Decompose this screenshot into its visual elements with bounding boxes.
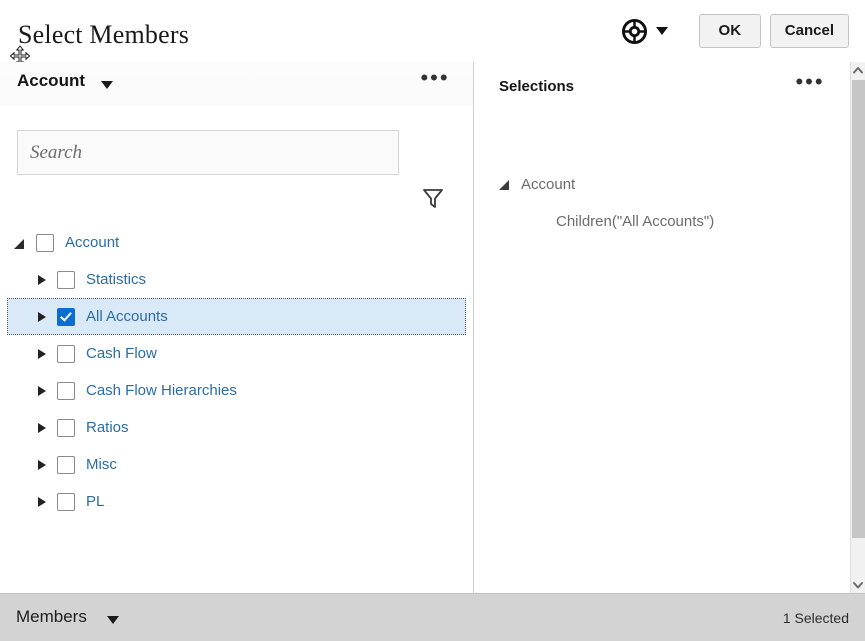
tree-checkbox[interactable]	[57, 382, 75, 400]
tree-item-label[interactable]: Cash Flow	[86, 345, 157, 362]
selection-child-label: Children("All Accounts")	[556, 213, 714, 230]
tree-checkbox[interactable]	[57, 345, 75, 363]
tree-expand-triangle-icon[interactable]	[34, 346, 50, 362]
tree-checkbox[interactable]	[57, 419, 75, 437]
tree-checkbox[interactable]	[57, 456, 75, 474]
tree-expand-triangle-icon[interactable]	[34, 383, 50, 399]
member-selection-panel: Account ••• Account Statistics All Account…	[0, 62, 474, 593]
tree-row[interactable]: Statistics	[0, 261, 473, 298]
chevron-down-icon[interactable]	[656, 27, 668, 35]
tree-expand-triangle-icon[interactable]	[34, 457, 50, 473]
members-chevron-down-icon[interactable]	[107, 616, 119, 624]
selection-root-row[interactable]: Account	[499, 172, 575, 196]
funnel-filter-icon[interactable]	[421, 186, 445, 210]
selection-root-label: Account	[521, 176, 575, 193]
ok-button[interactable]: OK	[699, 14, 761, 48]
tree-row[interactable]: Misc	[0, 446, 473, 483]
tree-row[interactable]: Cash Flow	[0, 335, 473, 372]
dialog-actions: OK Cancel	[622, 12, 849, 50]
selection-child-row[interactable]: Children("All Accounts")	[556, 209, 714, 233]
left-panel-more-menu-icon[interactable]: •••	[420, 70, 450, 96]
selection-expand-triangle-icon[interactable]	[499, 177, 513, 191]
selected-count-status: 1 Selected	[783, 610, 849, 626]
scroll-down-arrow-icon[interactable]	[851, 577, 865, 593]
tree-collapse-triangle-icon[interactable]	[13, 235, 29, 251]
tree-row[interactable]: All Accounts	[7, 298, 466, 335]
dimension-chevron-down-icon[interactable]	[101, 81, 113, 89]
scrollbar-thumb[interactable]	[852, 80, 865, 538]
tree-row[interactable]: Account	[0, 224, 473, 261]
selections-more-menu-icon[interactable]: •••	[795, 74, 825, 100]
selections-panel: Selections ••• Account Children("All Acc…	[475, 62, 850, 593]
tree-checkbox[interactable]	[36, 234, 54, 252]
tree-expand-triangle-icon[interactable]	[34, 494, 50, 510]
search-input[interactable]	[17, 130, 399, 175]
tree-checkbox[interactable]	[57, 271, 75, 289]
tree-checkbox[interactable]	[57, 493, 75, 511]
dimension-name-label[interactable]: Account	[17, 71, 85, 91]
tree-expand-triangle-icon[interactable]	[34, 309, 50, 325]
page-title: Select Members	[18, 20, 189, 50]
tree-row[interactable]: PL	[0, 483, 473, 520]
dialog-title-bar: Select Members OK Cancel	[0, 0, 865, 62]
tree-expand-triangle-icon[interactable]	[34, 272, 50, 288]
tree-item-label[interactable]: Account	[65, 234, 119, 251]
tree-row[interactable]: Ratios	[0, 409, 473, 446]
tree-item-label[interactable]: Misc	[86, 456, 117, 473]
member-tree: Account Statistics All Accounts Cash Flow Ca…	[0, 224, 473, 520]
cancel-button[interactable]: Cancel	[770, 14, 849, 48]
selections-title: Selections	[499, 78, 574, 95]
members-mode-label[interactable]: Members	[16, 607, 87, 627]
scroll-up-arrow-icon[interactable]	[851, 62, 865, 78]
help-icon[interactable]	[622, 19, 647, 44]
dialog-footer: Members 1 Selected	[0, 593, 865, 641]
vertical-scrollbar[interactable]	[850, 62, 865, 593]
tree-row[interactable]: Cash Flow Hierarchies	[0, 372, 473, 409]
tree-item-label[interactable]: Cash Flow Hierarchies	[86, 382, 237, 399]
tree-item-label[interactable]: Ratios	[86, 419, 129, 436]
tree-item-label[interactable]: Statistics	[86, 271, 146, 288]
tree-expand-triangle-icon[interactable]	[34, 420, 50, 436]
tree-item-label[interactable]: PL	[86, 493, 104, 510]
tree-checkbox[interactable]	[57, 308, 75, 326]
tree-item-label[interactable]: All Accounts	[86, 308, 168, 325]
